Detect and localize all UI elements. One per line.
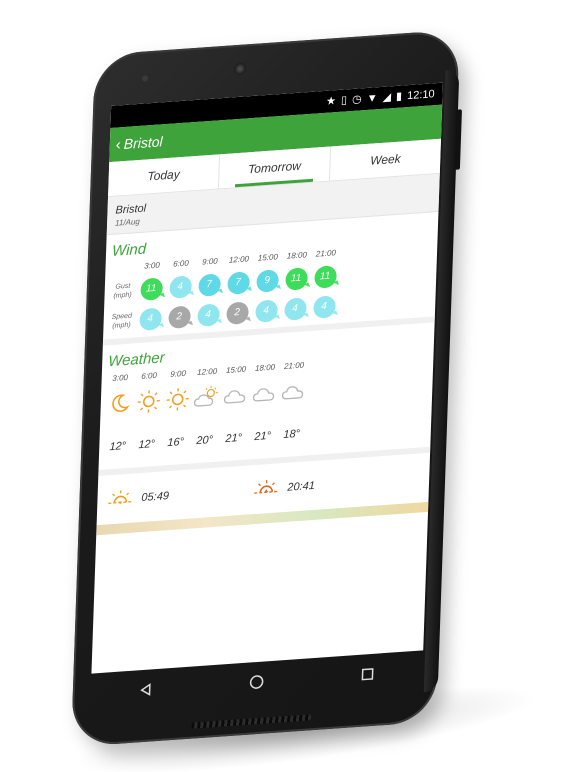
wifi-icon: ▼ bbox=[366, 92, 378, 105]
weather-hour: 12:00 bbox=[196, 366, 218, 378]
weather-section: Weather 3:00 6:00 9:00 12:00 15:00 18:00… bbox=[98, 322, 435, 477]
speed-value: 4 bbox=[321, 300, 327, 313]
gust-bubble: 11 bbox=[284, 267, 308, 291]
gust-bubble: 7 bbox=[197, 273, 221, 297]
wind-hour: 6:00 bbox=[173, 258, 189, 269]
speed-bubble: 4 bbox=[196, 303, 220, 328]
gust-value: 9 bbox=[264, 274, 271, 287]
speed-label: Speed (mph) bbox=[111, 312, 133, 330]
temperature-value: 21° bbox=[254, 429, 272, 444]
temperature-value: 16° bbox=[167, 435, 185, 450]
speed-value: 2 bbox=[234, 306, 241, 319]
temperature-value: 21° bbox=[225, 431, 243, 446]
weather-hour: 3:00 bbox=[112, 372, 129, 383]
gust-value: 7 bbox=[206, 278, 213, 291]
speed-bubble: 2 bbox=[225, 301, 249, 325]
wind-hour: 15:00 bbox=[257, 252, 279, 263]
gust-bubbles: 11 4 7 7 9 11 11 bbox=[136, 265, 340, 302]
speaker-grille bbox=[191, 714, 312, 729]
proximity-sensor bbox=[141, 75, 149, 82]
weather-hour: 9:00 bbox=[170, 368, 187, 379]
speed-value: 4 bbox=[205, 309, 212, 321]
app-title: Bristol bbox=[123, 133, 163, 153]
status-time: 12:10 bbox=[406, 88, 435, 103]
gust-label: Gust (mph) bbox=[113, 282, 132, 300]
temperature-value: 18° bbox=[283, 427, 301, 442]
back-triangle-icon[interactable] bbox=[126, 681, 167, 703]
speed-bubble: 4 bbox=[312, 295, 336, 319]
gust-value: 11 bbox=[319, 270, 331, 283]
sunset-time: 20:41 bbox=[287, 479, 316, 494]
phone-body: ★ ▯ ◷ ▼ ◢ ▮ 12:10 ‹ Bristol Today Tomorr… bbox=[70, 29, 462, 748]
temperature-value: 20° bbox=[196, 433, 214, 448]
wind-hour: 18:00 bbox=[286, 250, 308, 261]
sunrise-icon bbox=[105, 487, 136, 510]
power-button bbox=[454, 109, 462, 170]
home-circle-icon[interactable] bbox=[236, 672, 277, 696]
wind-hour: 3:00 bbox=[144, 260, 160, 271]
wind-hour: 12:00 bbox=[228, 254, 250, 265]
speed-bubble: 2 bbox=[167, 305, 191, 330]
recents-square-icon[interactable] bbox=[347, 665, 388, 687]
gust-bubble: 9 bbox=[255, 269, 279, 293]
speed-value: 4 bbox=[263, 304, 270, 317]
speed-value: 4 bbox=[292, 302, 299, 315]
star-icon: ★ bbox=[325, 95, 337, 108]
partly-cloudy-icon bbox=[191, 384, 221, 415]
sun-icon bbox=[162, 386, 192, 417]
speed-bubble: 4 bbox=[138, 307, 162, 332]
cloud-icon bbox=[278, 380, 308, 407]
gust-value: 11 bbox=[145, 282, 157, 295]
gust-value: 7 bbox=[235, 276, 242, 289]
sunrise-item: 05:49 bbox=[105, 480, 246, 511]
cloud-icon bbox=[220, 384, 250, 411]
gust-value: 4 bbox=[177, 280, 184, 293]
alarm-icon: ◷ bbox=[351, 93, 362, 107]
front-camera bbox=[233, 62, 247, 76]
moon-icon bbox=[104, 391, 134, 420]
gust-bubble: 11 bbox=[139, 277, 163, 302]
chevron-left-icon[interactable]: ‹ bbox=[116, 136, 122, 153]
sunrise-time: 05:49 bbox=[141, 489, 170, 504]
gust-bubble: 4 bbox=[168, 275, 192, 299]
speed-bubble: 4 bbox=[254, 299, 278, 323]
sunset-icon bbox=[251, 477, 282, 500]
weather-hour: 6:00 bbox=[141, 370, 158, 381]
weather-hour: 15:00 bbox=[225, 364, 247, 376]
wind-hour: 9:00 bbox=[201, 256, 218, 267]
weather-hour: 18:00 bbox=[254, 362, 276, 373]
wind-hour: 21:00 bbox=[315, 248, 337, 259]
sunset-item: 20:41 bbox=[251, 469, 392, 500]
temperature-value: 12° bbox=[138, 438, 156, 452]
gust-bubble: 7 bbox=[226, 271, 250, 295]
speed-bubbles: 4 2 4 2 4 4 4 bbox=[135, 295, 339, 332]
vibrate-icon: ▯ bbox=[340, 94, 348, 107]
signal-icon: ◢ bbox=[382, 91, 392, 104]
speed-value: 4 bbox=[147, 313, 154, 325]
product-stage: ★ ▯ ◷ ▼ ◢ ▮ 12:10 ‹ Bristol Today Tomorr… bbox=[0, 0, 587, 772]
weather-hour: 21:00 bbox=[283, 360, 305, 371]
gust-bubble: 11 bbox=[313, 265, 337, 289]
cloud-icon bbox=[249, 382, 279, 409]
speed-bubble: 4 bbox=[283, 297, 307, 321]
battery-icon: ▮ bbox=[395, 90, 403, 103]
speed-value: 2 bbox=[176, 311, 183, 323]
sun-icon bbox=[133, 388, 163, 419]
gust-value: 11 bbox=[290, 272, 302, 285]
temperature-row: 12° 12° 16° 20° 21° 21° 18° bbox=[103, 419, 427, 454]
phone-screen: ★ ▯ ◷ ▼ ◢ ▮ 12:10 ‹ Bristol Today Tomorr… bbox=[91, 82, 443, 674]
temperature-value: 12° bbox=[109, 440, 127, 454]
